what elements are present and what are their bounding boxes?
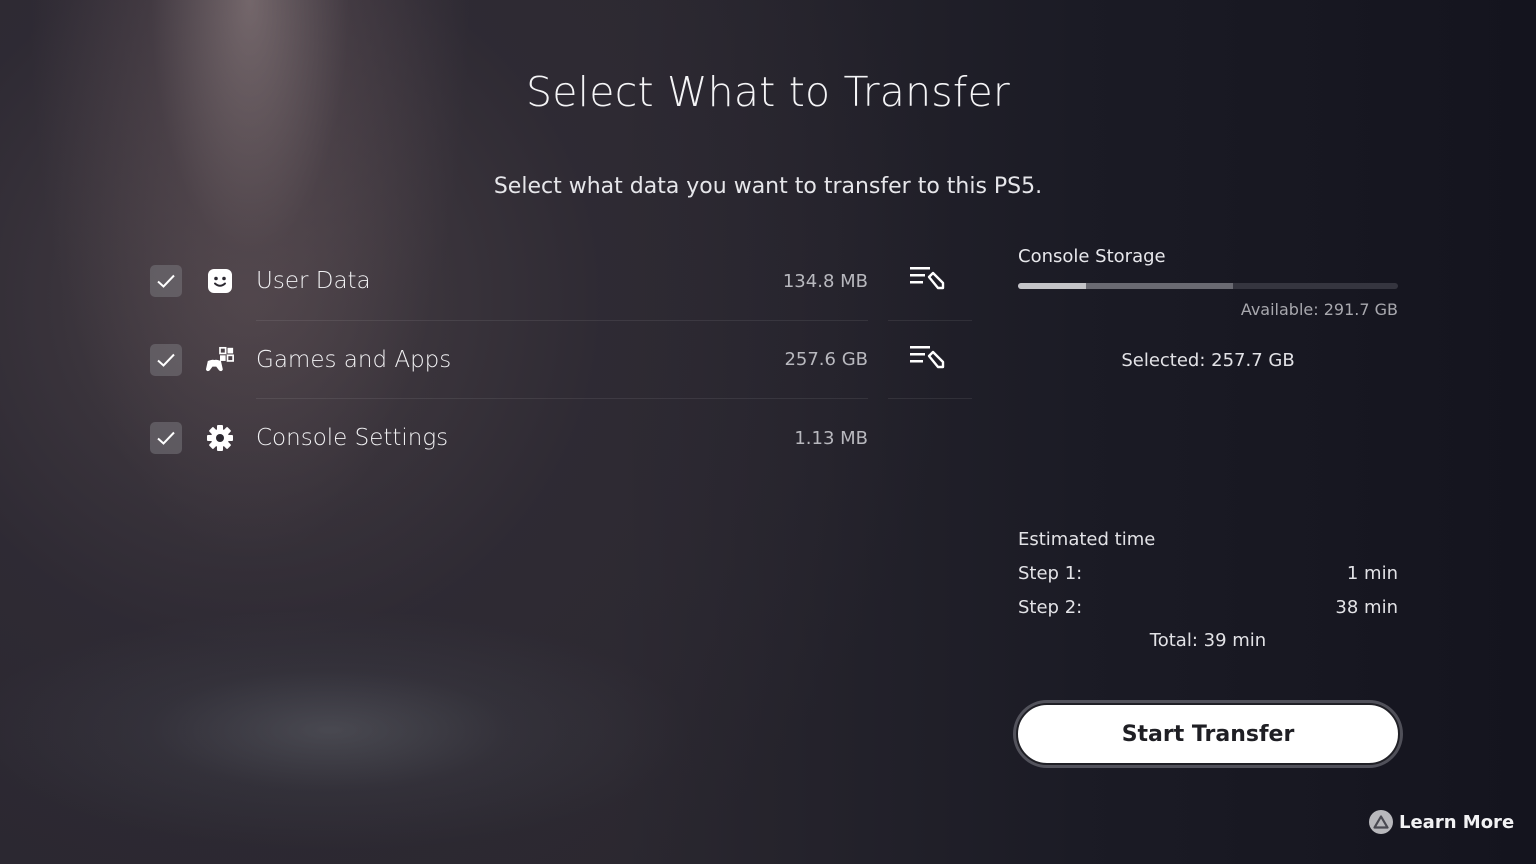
step-label: Step 1:	[1018, 563, 1083, 584]
checkmark-icon	[157, 275, 175, 289]
storage-bar	[1018, 283, 1398, 289]
item-size: 134.8 MB	[782, 270, 868, 292]
estimate-total: Total: 39 min	[1149, 630, 1267, 651]
list-edit-icon	[910, 345, 945, 368]
step-value: 1 min	[1346, 563, 1398, 584]
step-value: 38 min	[1335, 597, 1398, 618]
storage-selected: Selected: 257.7 GB	[1121, 350, 1295, 371]
checkbox-console-settings[interactable]	[150, 422, 182, 455]
checkbox-user-data[interactable]	[150, 265, 182, 298]
item-label: Console Settings	[256, 425, 449, 452]
list-item-user-data[interactable]: User Data 134.8 MB	[150, 242, 980, 321]
games-and-apps-icon	[205, 345, 235, 375]
user-face-icon	[205, 266, 235, 296]
estimate-step-row: Step 2: 38 min	[1018, 597, 1398, 618]
page-subtitle: Select what data you want to transfer to…	[493, 174, 1043, 199]
item-label: Games and Apps	[256, 346, 452, 373]
checkmark-icon	[157, 432, 175, 446]
transfer-item-list: User Data 134.8 MB Games and Apps 257.6 …	[150, 242, 980, 478]
learn-more-button[interactable]: Learn More	[1369, 810, 1514, 834]
list-edit-icon	[910, 267, 945, 290]
estimate-step-row: Step 1: 1 min	[1018, 563, 1398, 584]
triangle-button-icon	[1369, 810, 1393, 834]
console-storage-label: Console Storage	[1018, 246, 1166, 267]
list-item-games-and-apps[interactable]: Games and Apps 257.6 GB	[150, 321, 980, 399]
checkbox-games-and-apps[interactable]	[150, 343, 182, 376]
checkmark-icon	[157, 353, 175, 367]
page-title: Select What to Transfer	[526, 68, 1010, 116]
edit-selection-button[interactable]	[908, 264, 948, 298]
start-transfer-button[interactable]: Start Transfer	[1016, 703, 1400, 765]
estimated-time-title: Estimated time	[1018, 529, 1156, 550]
item-label: User Data	[256, 268, 371, 295]
item-size: 257.6 GB	[784, 349, 868, 371]
list-item-console-settings[interactable]: Console Settings 1.13 MB	[150, 399, 980, 478]
storage-available: Available: 291.7 GB	[1240, 300, 1398, 319]
item-size: 1.13 MB	[794, 427, 868, 449]
edit-selection-button[interactable]	[908, 343, 948, 377]
gear-icon	[205, 423, 235, 453]
step-label: Step 2:	[1018, 597, 1083, 618]
storage-bar-used	[1018, 283, 1087, 289]
learn-more-label: Learn More	[1399, 811, 1515, 833]
